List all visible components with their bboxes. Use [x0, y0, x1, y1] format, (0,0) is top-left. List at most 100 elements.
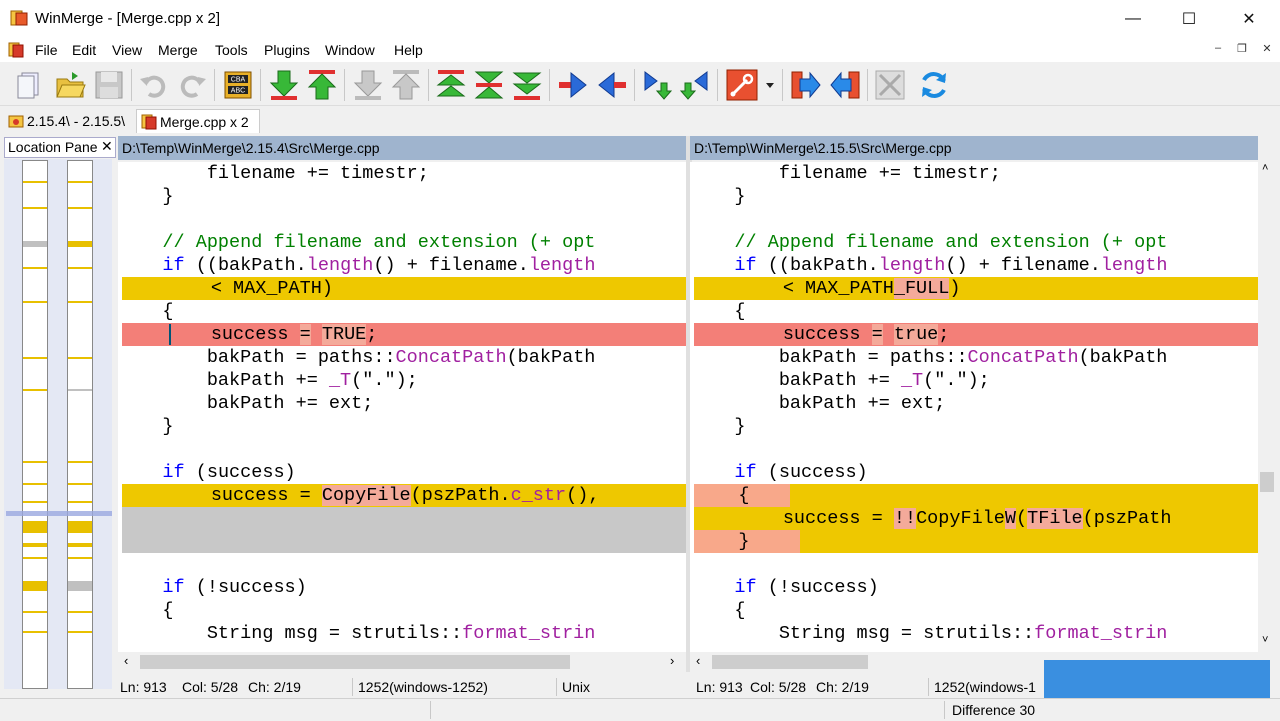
code-line: bakPath += _T(".");: [690, 370, 990, 391]
menu-plugins[interactable]: Plugins: [264, 42, 310, 58]
code-line: }: [690, 416, 746, 437]
code-line: bakPath += ext;: [118, 393, 374, 414]
maximize-button[interactable]: ☐: [1166, 0, 1212, 38]
right-status-col: Col: 5/28: [750, 679, 807, 695]
collapse-icon: [875, 70, 905, 100]
scroll-left-icon[interactable]: ‹: [696, 653, 700, 668]
scroll-up-icon[interactable]: ˄: [1262, 162, 1268, 174]
refresh-icon[interactable]: [918, 69, 950, 101]
mdi-close-button[interactable]: ✕: [1256, 42, 1278, 55]
code-line: bakPath = paths::ConcatPath(bakPath: [118, 347, 596, 368]
options-icon[interactable]: [726, 69, 758, 101]
code-line: }: [690, 186, 746, 207]
left-status-encoding: 1252(windows-1252): [358, 679, 488, 695]
code-line: if (success): [162, 462, 296, 483]
next-diff-icon[interactable]: [268, 69, 300, 101]
code-line: if ((bakPath.length() + filename.length: [734, 255, 1168, 276]
scroll-down-icon[interactable]: ˅: [1262, 634, 1268, 646]
copy-right-advance-icon[interactable]: [641, 69, 673, 101]
tab-label: 2.15.4\ - 2.15.5\: [27, 113, 126, 129]
last-diff-icon[interactable]: [511, 69, 543, 101]
diff-line-selected: success = true;: [694, 323, 1258, 346]
scroll-right-icon[interactable]: ›: [670, 653, 674, 668]
tab-folder-compare[interactable]: 2.15.4\ - 2.15.5\: [4, 109, 132, 133]
diff-line-changed: success = !!CopyFileW(TFile(pszPath: [694, 507, 1258, 530]
refresh-compare-icon[interactable]: CBA ABC: [222, 69, 254, 101]
left-status-col: Col: 5/28: [182, 679, 239, 695]
toolbar-separator: [867, 69, 868, 101]
location-pane-title: Location Pane: [8, 139, 98, 155]
toolbar-separator: [344, 69, 345, 101]
mdi-minimize-button[interactable]: –: [1207, 42, 1229, 54]
status-separator: [944, 701, 945, 719]
code-line: if (!success): [734, 577, 879, 598]
code-line: bakPath = paths::ConcatPath(bakPath: [690, 347, 1168, 368]
next-conflict-icon: [353, 70, 383, 100]
svg-text:CBA: CBA: [231, 77, 246, 84]
code-line: {: [118, 600, 174, 621]
code-line: filename += timestr;: [690, 163, 1001, 184]
new-icon[interactable]: [14, 69, 46, 101]
main-status-bar: Difference 30: [0, 698, 1280, 721]
menu-file[interactable]: File: [35, 42, 58, 58]
toolbar: CBA ABC: [0, 63, 1280, 106]
first-diff-icon[interactable]: [435, 69, 467, 101]
scrollbar-thumb[interactable]: [712, 655, 868, 669]
right-status-encoding: 1252(windows-1: [934, 679, 1036, 695]
current-diff-icon[interactable]: [473, 69, 505, 101]
copy-right-icon[interactable]: [557, 69, 589, 101]
file-compare-icon: [141, 114, 157, 129]
diff-line-missing: [122, 507, 686, 553]
vertical-scrollbar[interactable]: ˄ ˅: [1258, 162, 1276, 652]
code-line: // Append filename and extension (+ opt: [162, 232, 596, 253]
prev-diff-icon[interactable]: [306, 69, 338, 101]
status-separator: [928, 678, 929, 696]
code-line: bakPath += _T(".");: [118, 370, 418, 391]
copy-left-advance-icon[interactable]: [679, 69, 711, 101]
scroll-left-icon[interactable]: ‹: [124, 653, 128, 668]
location-map-background[interactable]: [4, 159, 112, 689]
window-title: WinMerge - [Merge.cpp x 2]: [35, 10, 221, 27]
menu-window[interactable]: Window: [325, 42, 375, 58]
location-bar-right[interactable]: [67, 160, 93, 689]
right-code-editor[interactable]: filename += timestr; } // Append filenam…: [690, 162, 1258, 652]
text-cursor: [169, 324, 171, 345]
minimize-button[interactable]: —: [1110, 0, 1156, 38]
location-pane-close-button[interactable]: ✕: [101, 138, 113, 155]
scrollbar-thumb[interactable]: [1260, 472, 1274, 492]
diff-line-selected: success = TRUE;: [122, 323, 686, 346]
menu-tools[interactable]: Tools: [215, 42, 248, 58]
diff-line-changed: {: [694, 484, 1258, 507]
scrollbar-thumb[interactable]: [140, 655, 570, 669]
toolbar-separator: [549, 69, 550, 101]
open-icon[interactable]: [54, 69, 86, 101]
toolbar-separator: [214, 69, 215, 101]
location-viewport-marker[interactable]: [6, 511, 112, 516]
chevron-down-icon[interactable]: [764, 81, 776, 91]
menu-view[interactable]: View: [112, 42, 142, 58]
toolbar-separator: [782, 69, 783, 101]
menu-help[interactable]: Help: [394, 42, 423, 58]
tab-bar: 2.15.4\ - 2.15.5\ Merge.cpp x 2: [0, 106, 1280, 134]
status-separator: [430, 701, 431, 719]
left-code-editor[interactable]: filename += timestr; } // Append filenam…: [118, 162, 686, 652]
copy-left-icon[interactable]: [596, 69, 628, 101]
tab-merge-cpp[interactable]: Merge.cpp x 2: [136, 109, 260, 133]
mdi-restore-button[interactable]: ❐: [1231, 42, 1253, 55]
difference-counter: Difference 30: [952, 702, 1036, 718]
code-line: }: [118, 186, 174, 207]
location-bar-left[interactable]: [22, 160, 48, 689]
code-line: if (!success): [162, 577, 307, 598]
code-line: bakPath += ext;: [690, 393, 946, 414]
redo-icon: [180, 75, 206, 98]
toolbar-separator: [717, 69, 718, 101]
right-status-ch: Ch: 2/19: [816, 679, 869, 695]
close-button[interactable]: ✕: [1226, 0, 1272, 38]
merge-right-icon[interactable]: [790, 69, 822, 101]
status-separator: [556, 678, 557, 696]
left-horizontal-scrollbar[interactable]: ‹ ›: [118, 652, 686, 672]
menu-edit[interactable]: Edit: [72, 42, 96, 58]
merge-left-icon[interactable]: [829, 69, 861, 101]
menu-merge[interactable]: Merge: [158, 42, 198, 58]
right-status-line: Ln: 913: [696, 679, 743, 695]
